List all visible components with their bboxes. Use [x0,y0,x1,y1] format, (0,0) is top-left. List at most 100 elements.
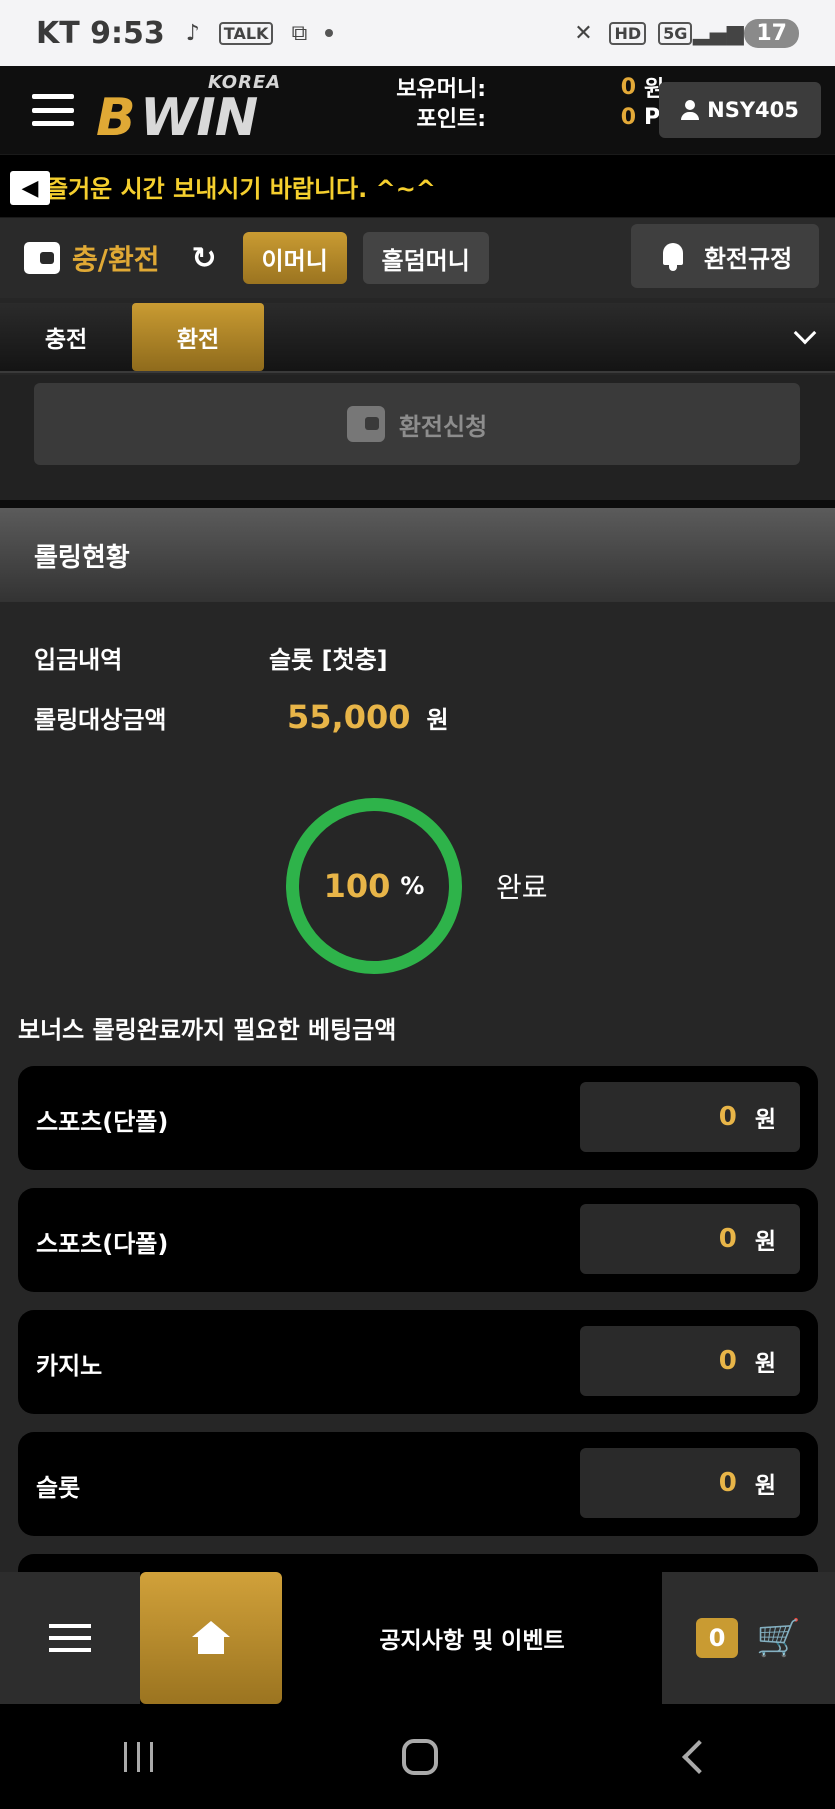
bet-amount-value: 0 [718,1468,737,1498]
rolling-section-header: 롤링현황 [0,508,835,602]
bet-amount-value: 0 [718,1224,737,1254]
back-button[interactable] [681,1739,716,1774]
user-account-button[interactable]: NSY405 [659,82,821,138]
withdraw-request-area: 환전신청 [0,375,835,500]
bottom-nav-bar: 공지사항 및 이벤트 0 🛒 [0,1572,835,1704]
screenshot-icon: ⧉ [291,20,308,46]
cart-icon: 🛒 [756,1618,801,1659]
logo-win-text: WIN [140,88,258,148]
bet-amount-value: 0 [718,1102,737,1132]
user-icon [681,100,700,120]
bell-icon [658,241,688,271]
mute-icon: ✕ [574,20,593,46]
bet-requirement-card: 스포츠(다폴) 0 원 [18,1188,818,1292]
notice-marquee: ◀ 즐거운 시간 보내시기 바랍니다. ^~^ [0,154,835,218]
hamburger-icon [49,1624,91,1652]
more-notifications-dot [325,29,334,37]
bet-requirement-card: 카지노 0 원 [18,1310,818,1414]
megaphone-icon: ◀ [10,171,50,205]
system-home-button[interactable] [401,1738,438,1775]
exchange-rules-label: 환전규정 [703,244,793,273]
network-5g-icon: 5G [658,21,693,45]
status-bar: KT 9:53 ♪ TALK ⧉ ✕ HD 5G ▂▄▆ 17 [0,0,835,66]
rolling-target-label: 롤링대상금액 [34,705,167,734]
section-divider [0,500,835,508]
holdem-money-button[interactable]: 홀덤머니 [362,232,489,284]
page-title: 충/환전 [72,243,160,276]
battery-indicator: 17 [744,18,799,48]
menu-line-icon [32,107,74,113]
balance-panel: 보유머니: 0 원 포인트: 0 P [396,72,676,133]
bet-category-label: 스포츠(단폴) [36,1108,169,1136]
rolling-section-body: 입금내역 슬롯 [첫충] 롤링대상금액 55,000 원 100 % 완료 보너… [0,602,835,1614]
wallet-icon [24,242,60,274]
page-title-bar: 충/환전 ↻ 이머니 홀덤머니 환전규정 [0,218,835,298]
withdraw-request-button[interactable]: 환전신청 [34,383,800,465]
page: KT 9:53 ♪ TALK ⧉ ✕ HD 5G ▂▄▆ 17 KOREA B … [0,0,835,1809]
system-icons: ✕ HD 5G ▂▄▆ 17 [569,18,799,48]
notification-icons: ♪ TALK ⧉ [179,19,334,47]
money-value: 0 [620,74,636,100]
rolling-progress-value: 100 [323,867,391,905]
bet-amount-unit: 원 [754,1229,776,1255]
bet-category-label: 스포츠(다폴) [36,1230,169,1258]
hd-icon: HD [609,21,647,45]
tab-withdraw[interactable]: 환전 [132,303,264,371]
bet-amount-box: 0 원 [580,1448,800,1518]
rolling-progress-symbol: % [400,872,425,900]
username: NSY405 [707,98,799,122]
site-header: KOREA B WIN 보유머니: 0 원 포인트: 0 P NSY405 [0,66,835,154]
points-label: 포인트: [416,107,486,132]
tab-bar: 충전 환전 [0,303,835,373]
recent-apps-button[interactable] [124,1741,154,1772]
bonus-rolling-title: 보너스 롤링완료까지 필요한 베팅금액 [18,1016,397,1044]
tab-deposit[interactable]: 충전 [0,303,132,371]
cart-count-badge: 0 [696,1618,739,1658]
bottom-menu-button[interactable] [0,1572,140,1704]
money-row: 보유머니: 0 원 [396,72,676,103]
bet-amount-unit: 원 [754,1107,776,1133]
system-nav-bar [0,1704,835,1809]
refresh-icon[interactable]: ↻ [192,241,217,276]
bet-amount-box: 0 원 [580,1204,800,1274]
rolling-target-amount: 55,000 [287,698,411,736]
deposit-history-value: 슬롯 [첫충] [269,646,388,674]
bet-category-label: 슬롯 [36,1474,81,1502]
signal-icon: ▂▄▆ [693,20,744,46]
points-unit: P [644,104,661,130]
bet-amount-unit: 원 [754,1473,776,1499]
talk-icon: TALK [218,21,274,45]
rolling-target-row: 롤링대상금액 55,000 원 [34,698,449,736]
carrier-time: KT 9:53 [36,15,165,51]
points-value: 0 [620,104,636,130]
bet-amount-unit: 원 [754,1351,776,1377]
menu-button[interactable] [32,94,74,126]
menu-line-icon [32,94,74,99]
home-icon [192,1621,230,1655]
home-button[interactable] [140,1572,282,1704]
rolling-target-unit: 원 [426,705,449,734]
menu-line-icon [32,121,74,126]
bet-slip-button[interactable]: 0 🛒 [662,1572,835,1704]
wallet-icon [346,406,385,442]
points-row: 포인트: 0 P [396,102,676,133]
money-label: 보유머니: [396,77,486,102]
exchange-rules-button[interactable]: 환전규정 [631,224,819,288]
deposit-history-label: 입금내역 [34,646,123,674]
withdraw-request-label: 환전신청 [398,412,488,441]
logo-b-mark: B [96,88,136,148]
notice-events-link[interactable]: 공지사항 및 이벤트 [282,1572,662,1704]
tiktok-icon: ♪ [185,20,200,46]
marquee-text: 즐거운 시간 보내시기 바랍니다. ^~^ [46,174,436,203]
bet-amount-box: 0 원 [580,1326,800,1396]
emoney-button[interactable]: 이머니 [242,232,347,284]
rolling-status-text: 완료 [496,871,548,904]
deposit-history-row: 입금내역 슬롯 [첫충] [34,640,388,675]
bet-amount-value: 0 [718,1346,737,1376]
bet-requirement-card: 스포츠(단폴) 0 원 [18,1066,818,1170]
chevron-down-icon[interactable] [793,321,817,345]
rolling-progress-ring: 100 % [286,798,462,974]
bet-requirement-card: 슬롯 0 원 [18,1432,818,1536]
bet-amount-box: 0 원 [580,1082,800,1152]
site-logo[interactable]: KOREA B WIN [96,70,296,150]
